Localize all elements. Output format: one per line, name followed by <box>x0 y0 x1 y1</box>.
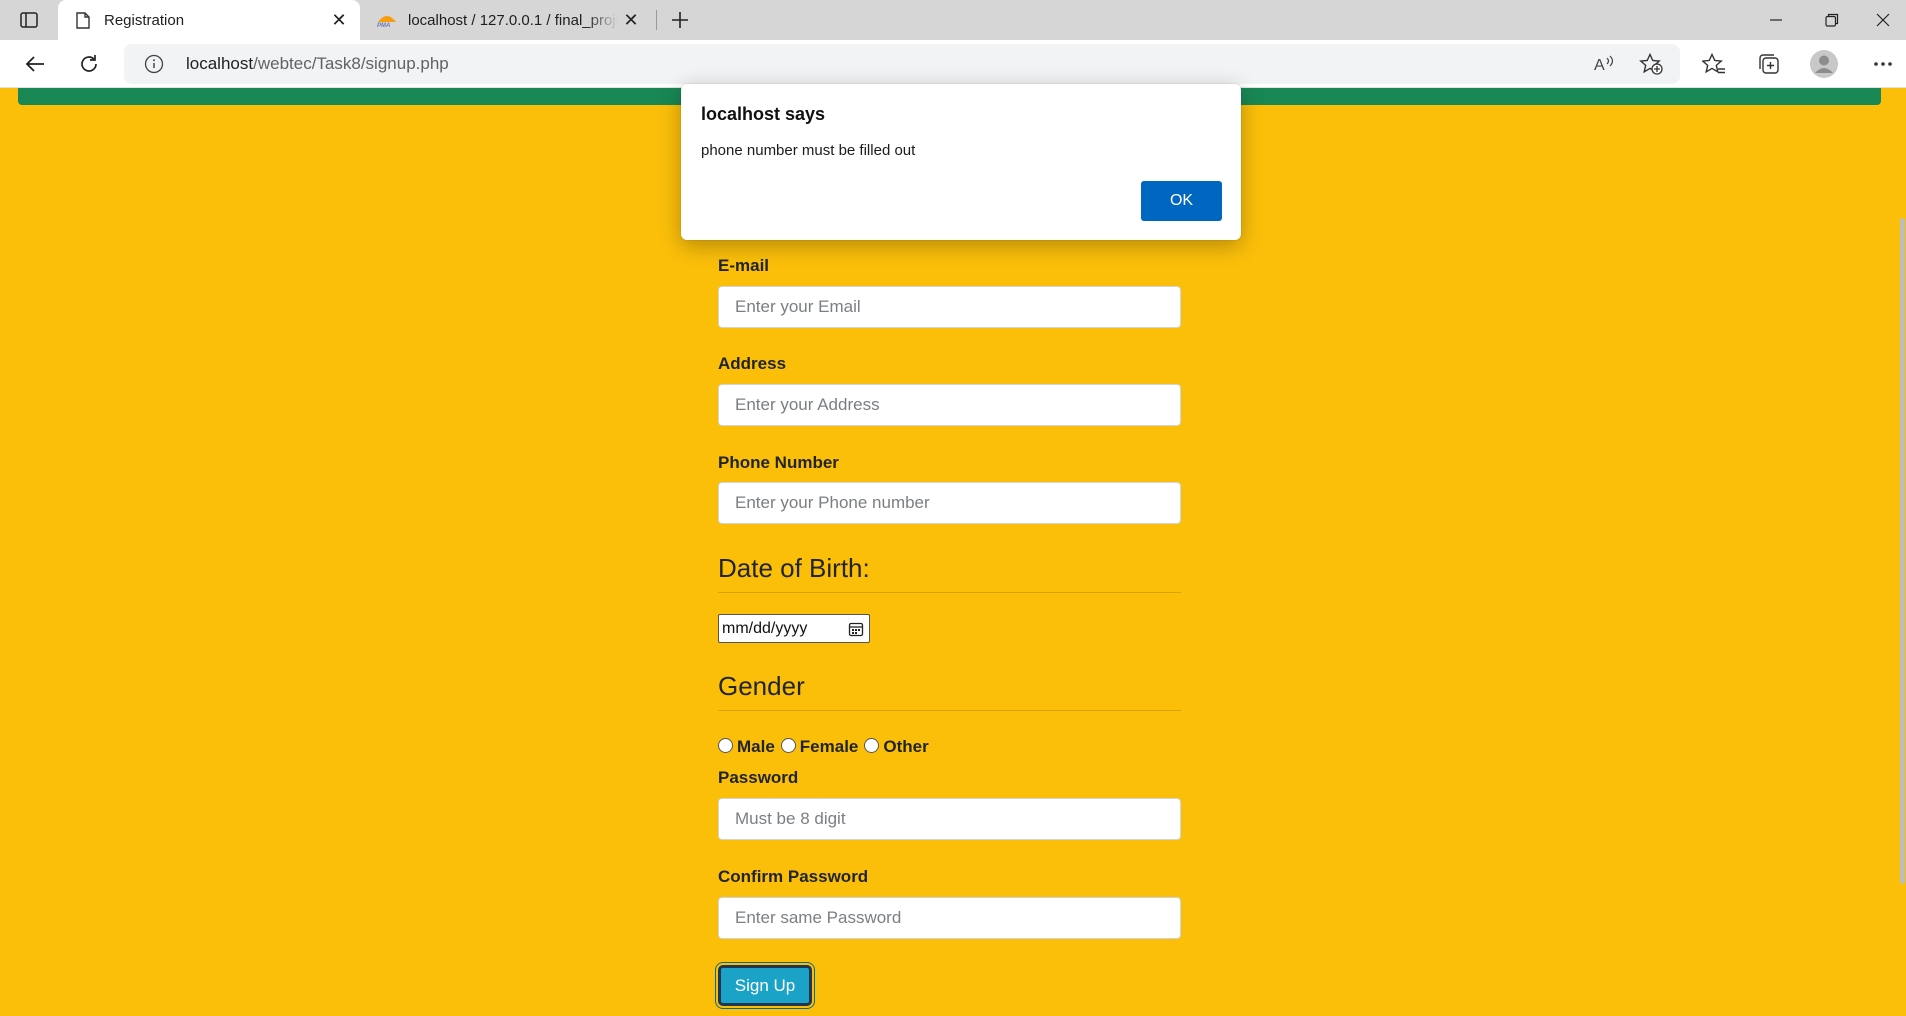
gender-options: Male Female Other <box>718 737 935 757</box>
phone-label: Phone Number <box>718 453 839 472</box>
url-path: /webtec/Task8/signup.php <box>253 54 449 73</box>
page-icon <box>72 9 94 31</box>
url-host: localhost <box>186 54 254 73</box>
gender-female-radio[interactable] <box>780 737 796 753</box>
phone-field[interactable] <box>718 482 1181 524</box>
url-text: localhost/webtec/Task8/signup.php <box>186 54 449 74</box>
plus-icon <box>672 12 688 28</box>
confirm-password-field[interactable] <box>718 897 1181 939</box>
tab-actions-button[interactable] <box>14 8 44 32</box>
more-dots-icon <box>1874 62 1892 66</box>
favorites-button[interactable] <box>1697 48 1731 80</box>
profile-button[interactable] <box>1807 48 1841 80</box>
back-button[interactable] <box>18 48 52 80</box>
close-tab-icon[interactable]: ✕ <box>618 7 644 33</box>
refresh-icon <box>81 55 97 72</box>
restore-icon <box>1825 13 1839 27</box>
tab-phpmyadmin[interactable]: PMA localhost / 127.0.0.1 / final_projec… <box>362 0 652 40</box>
minimize-icon <box>1770 19 1782 21</box>
collections-icon <box>1759 54 1779 74</box>
refresh-button[interactable] <box>72 48 106 80</box>
restore-button[interactable] <box>1804 0 1860 40</box>
address-label: Address <box>718 354 787 373</box>
email-field[interactable] <box>718 286 1181 328</box>
close-tab-icon[interactable]: ✕ <box>326 7 352 33</box>
date-placeholder: mm/dd/yyyy <box>722 619 808 637</box>
phpmyadmin-icon: PMA <box>376 9 398 31</box>
settings-menu-button[interactable] <box>1866 48 1900 80</box>
tab-actions-icon <box>20 12 38 28</box>
scrollbar-thumb[interactable] <box>1900 218 1905 884</box>
gender-other-label: Other <box>883 737 929 756</box>
gender-male-radio[interactable] <box>718 737 733 753</box>
read-aloud-icon[interactable]: A <box>1590 50 1620 78</box>
tab-title: localhost / 127.0.0.1 / final_project <box>408 11 618 29</box>
new-tab-button[interactable] <box>666 6 694 34</box>
address-bar[interactable]: localhost/webtec/Task8/signup.php A <box>124 44 1680 84</box>
gender-heading: Gender <box>718 671 1181 711</box>
date-of-birth-input[interactable]: mm/dd/yyyy <box>718 614 870 643</box>
close-icon <box>1876 13 1890 27</box>
tab-strip: Registration ✕ PMA localhost / 127.0.0.1… <box>0 0 1906 40</box>
svg-text:PMA: PMA <box>377 23 390 28</box>
favorites-icon <box>1702 53 1725 74</box>
dialog-title: localhost says <box>701 104 826 124</box>
confirm-password-label: Confirm Password <box>718 867 869 886</box>
minimize-button[interactable] <box>1748 0 1804 40</box>
info-icon[interactable] <box>144 54 164 74</box>
close-window-button[interactable] <box>1860 0 1906 40</box>
calendar-icon[interactable] <box>847 620 865 638</box>
tab-title: Registration <box>104 11 185 29</box>
collections-button[interactable] <box>1752 48 1786 80</box>
gender-female-label: Female <box>799 737 859 756</box>
date-of-birth-heading: Date of Birth: <box>718 553 1181 593</box>
avatar-icon <box>1810 50 1838 78</box>
alert-dialog: localhost says phone number must be fill… <box>681 84 1241 240</box>
gender-other-radio[interactable] <box>864 737 880 753</box>
svg-text:A: A <box>1594 57 1605 73</box>
back-arrow-icon <box>25 56 44 72</box>
tab-divider <box>656 10 657 30</box>
gender-male-label: Male <box>737 737 775 756</box>
dialog-message: phone number must be filled out <box>701 142 916 159</box>
sign-up-button[interactable]: Sign Up <box>718 965 812 1006</box>
address-field[interactable] <box>718 384 1181 426</box>
add-favorite-icon[interactable] <box>1636 50 1666 78</box>
password-label: Password <box>718 768 799 787</box>
tab-registration[interactable]: Registration ✕ <box>58 0 360 40</box>
browser-toolbar: localhost/webtec/Task8/signup.php A <box>0 40 1906 88</box>
password-field[interactable] <box>718 798 1181 840</box>
email-label: E-mail <box>718 256 770 275</box>
ok-button[interactable]: OK <box>1141 181 1222 221</box>
